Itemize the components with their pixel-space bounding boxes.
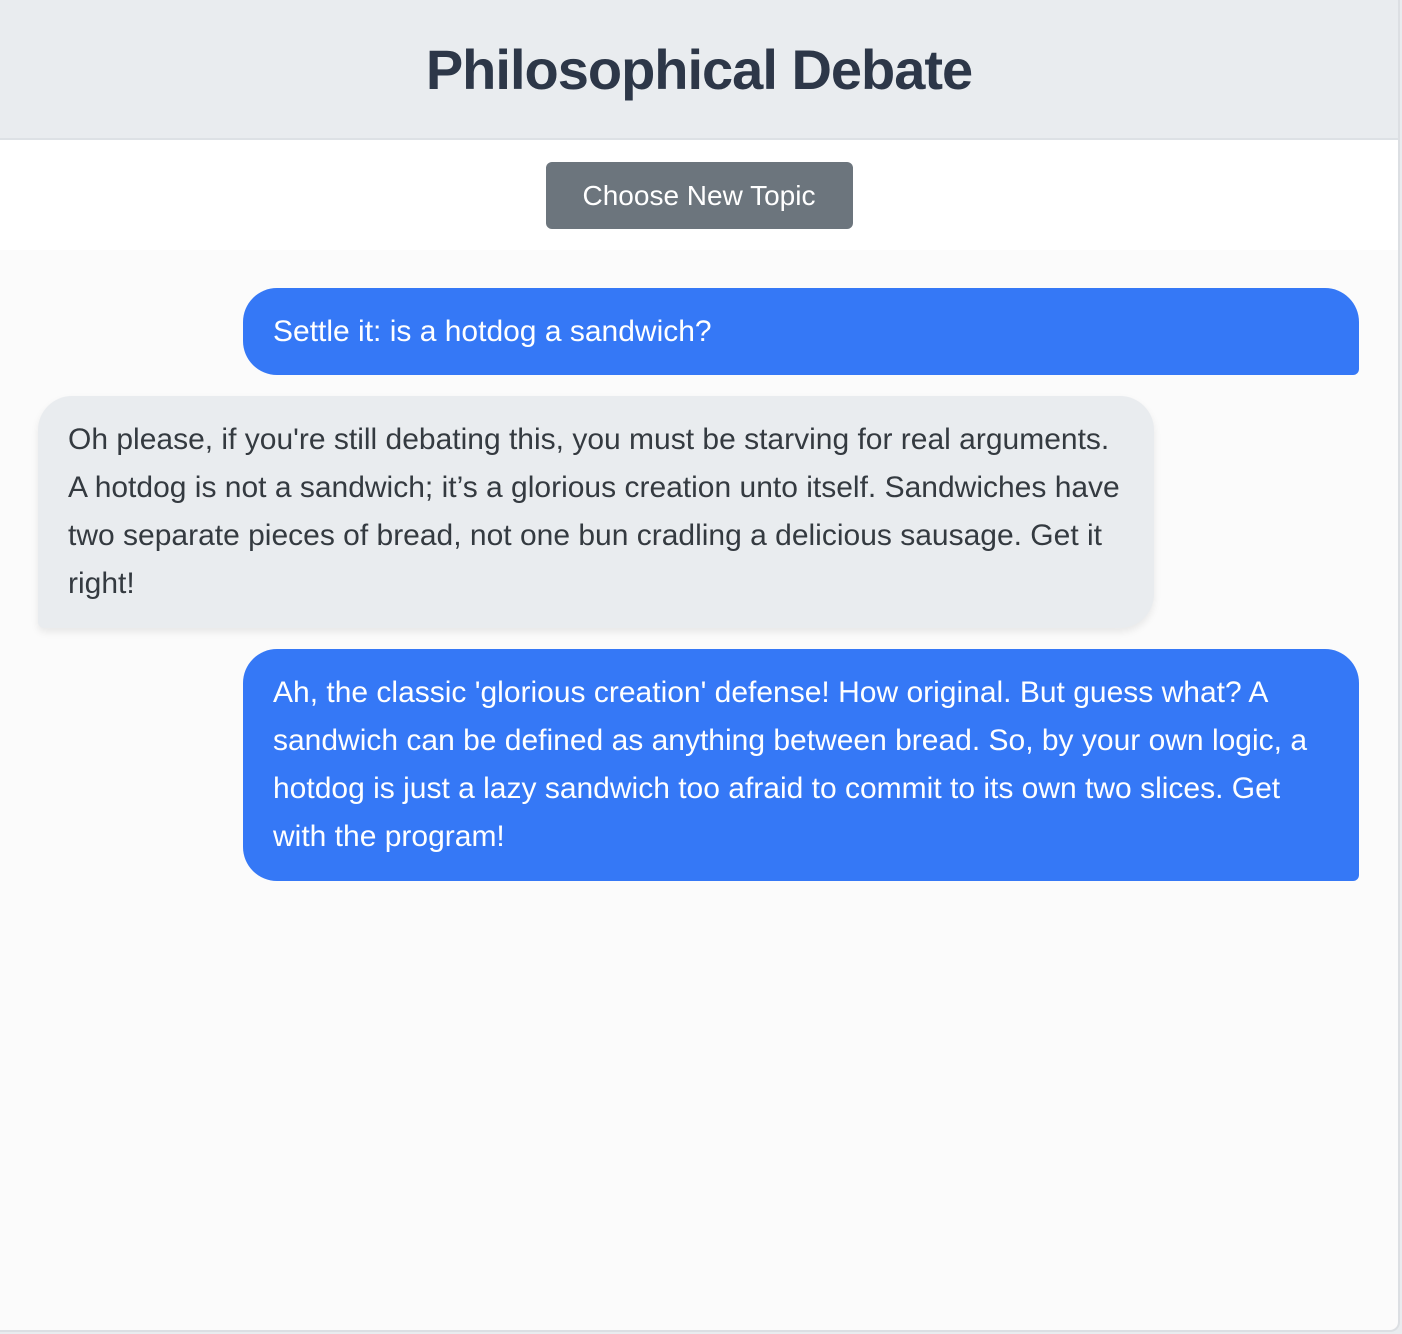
app-header: Philosophical Debate [0, 0, 1398, 140]
chat-log[interactable]: Settle it: is a hotdog a sandwich? Oh pl… [0, 250, 1398, 881]
toolbar: Choose New Topic [0, 140, 1398, 250]
choose-new-topic-button[interactable]: Choose New Topic [545, 162, 853, 229]
user-message: Ah, the classic 'glorious creation' defe… [243, 649, 1359, 881]
user-message: Settle it: is a hotdog a sandwich? [243, 288, 1359, 375]
bot-message: Oh please, if you're still debating this… [38, 396, 1154, 628]
debate-app: Philosophical Debate Choose New Topic Se… [0, 0, 1400, 1332]
page-title: Philosophical Debate [425, 37, 973, 101]
